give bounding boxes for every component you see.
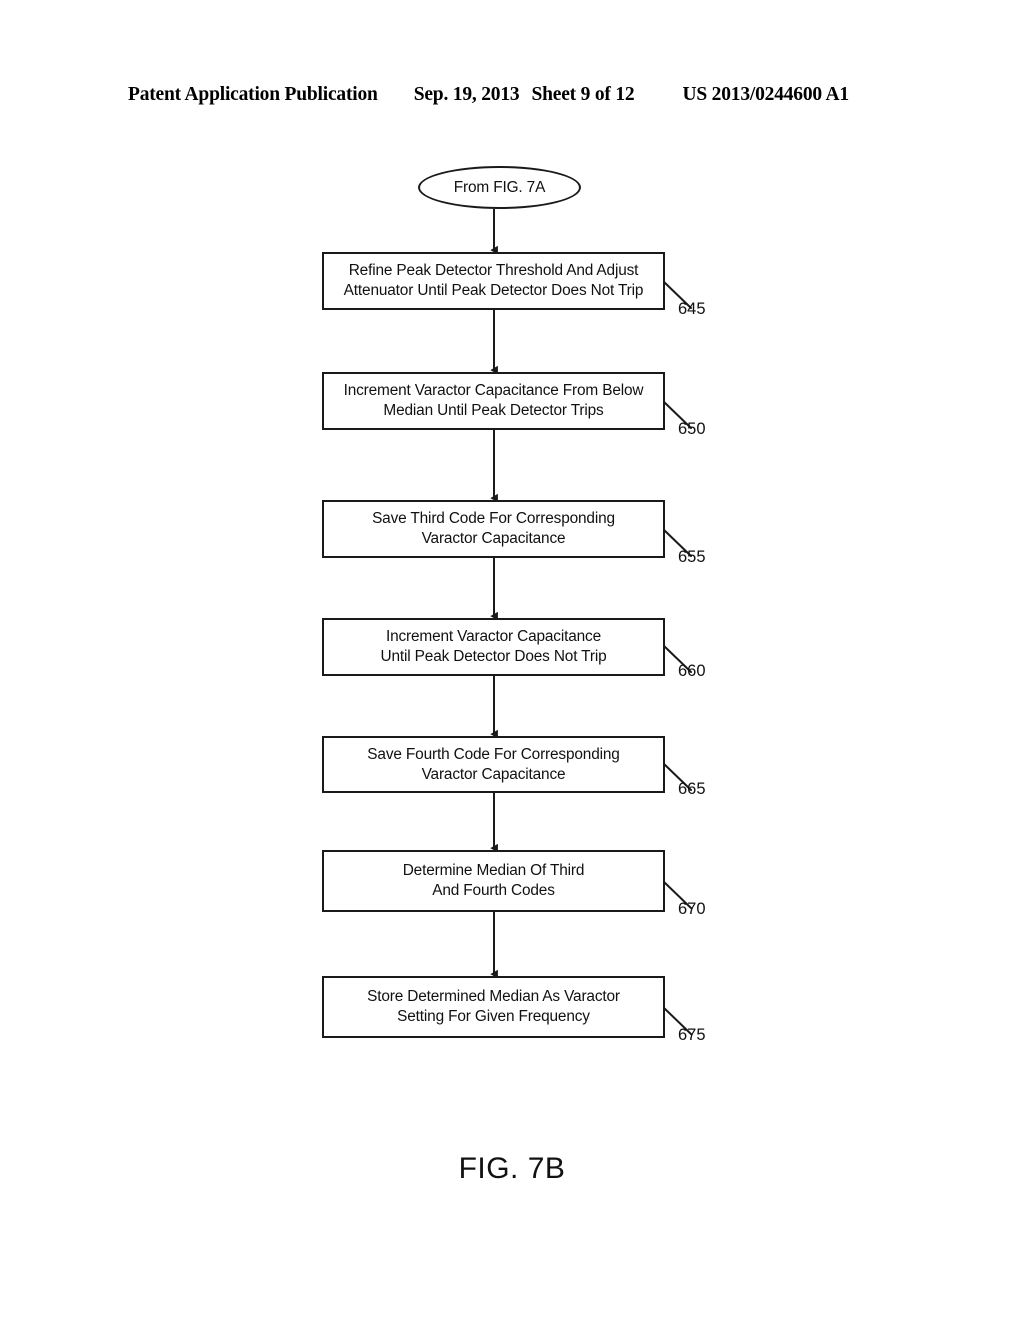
flow-node-650: Increment Varactor Capacitance From Belo… xyxy=(322,372,665,430)
flow-node-645-text: Refine Peak Detector Threshold And Adjus… xyxy=(343,262,644,299)
ref-numeral-670: 670 xyxy=(678,900,706,918)
flow-node-655-text: Save Third Code For Corresponding Varact… xyxy=(372,510,615,547)
ref-numeral-665: 665 xyxy=(678,780,706,798)
ref-numeral-660: 660 xyxy=(678,662,706,680)
figure-caption: FIG. 7B xyxy=(458,1152,566,1185)
flow-node-entry-label: From FIG. 7A xyxy=(453,178,546,196)
ref-numeral-650: 650 xyxy=(678,420,706,438)
flow-node-655: Save Third Code For Corresponding Varact… xyxy=(322,500,665,558)
ref-numeral-645: 645 xyxy=(678,300,706,318)
ref-numeral-675: 675 xyxy=(678,1026,706,1044)
flow-node-665: Save Fourth Code For Corresponding Varac… xyxy=(322,736,665,793)
flow-node-665-text: Save Fourth Code For Corresponding Varac… xyxy=(367,745,620,783)
flow-node-670-text: Determine Median Of Third And Fourth Cod… xyxy=(402,862,585,899)
flow-node-660: Increment Varactor Capacitance Until Pea… xyxy=(322,618,665,676)
flow-node-entry-from-fig-7a: From FIG. 7A xyxy=(418,166,581,209)
ref-numeral-655: 655 xyxy=(678,548,706,566)
flow-node-675: Store Determined Median As Varactor Sett… xyxy=(322,976,665,1038)
flow-node-650-text: Increment Varactor Capacitance From Belo… xyxy=(343,382,644,419)
flow-node-645: Refine Peak Detector Threshold And Adjus… xyxy=(322,252,665,310)
flow-node-660-text: Increment Varactor Capacitance Until Pea… xyxy=(380,628,607,665)
flow-node-675-text: Store Determined Median As Varactor Sett… xyxy=(367,988,620,1025)
flow-node-670: Determine Median Of Third And Fourth Cod… xyxy=(322,850,665,912)
